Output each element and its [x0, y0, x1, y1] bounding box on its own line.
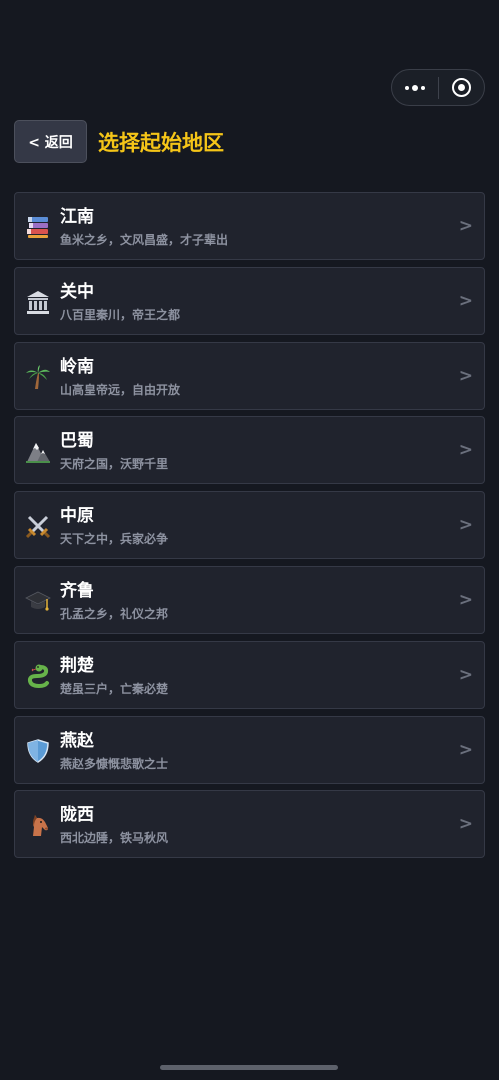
region-desc: 八百里秦川，帝王之都: [60, 307, 181, 322]
region-item-jingchu[interactable]: 荆楚 楚虽三户，亡秦必楚 >: [14, 640, 485, 709]
region-name: 中原: [60, 506, 94, 527]
chevron-right-icon: >: [458, 664, 473, 685]
region-name: 巴蜀: [60, 431, 94, 452]
region-desc: 山高皇帝远，自由开放: [60, 382, 181, 397]
mini-program-capsule: [391, 69, 485, 106]
region-item-longxi[interactable]: 陇西 西北边陲，铁马秋风 >: [14, 790, 485, 859]
horse-icon: [25, 812, 51, 838]
region-desc: 西北边陲，铁马秋风: [60, 831, 169, 846]
region-name: 齐鲁: [60, 580, 94, 601]
region-desc: 燕赵多慷慨悲歌之士: [60, 756, 169, 771]
classical-building-icon: [25, 289, 51, 315]
mountain-icon: [25, 438, 51, 464]
home-indicator[interactable]: [160, 1065, 338, 1070]
palm-tree-icon: [25, 364, 51, 390]
chevron-right-icon: >: [458, 440, 473, 461]
chevron-right-icon: >: [458, 216, 473, 236]
region-name: 岭南: [60, 356, 94, 377]
region-item-qilu[interactable]: 齐鲁 孔孟之乡，礼仪之邦 >: [14, 565, 485, 634]
chevron-right-icon: >: [458, 739, 473, 760]
more-button[interactable]: [392, 70, 438, 105]
graduation-cap-icon: [25, 588, 51, 614]
region-desc: 天下之中，兵家必争: [60, 532, 169, 547]
more-dots-icon: [404, 84, 425, 91]
close-button[interactable]: [438, 70, 484, 105]
region-name: 江南: [60, 207, 94, 227]
chevron-right-icon: >: [458, 814, 473, 835]
region-item-zhongyuan[interactable]: 中原 天下之中，兵家必争 >: [14, 491, 485, 560]
target-circle-icon: [451, 78, 471, 97]
crossed-swords-icon: [25, 513, 51, 539]
back-button[interactable]: < 返回: [14, 120, 87, 163]
page-title: 选择起始地区: [98, 131, 224, 155]
snake-icon: [25, 663, 51, 689]
region-desc: 楚虽三户，亡秦必楚: [60, 681, 169, 696]
region-name: 燕赵: [60, 730, 94, 751]
chevron-right-icon: >: [458, 290, 473, 311]
region-item-jiangnan[interactable]: 江南 鱼米之乡，文风昌盛，才子辈出 >: [14, 192, 485, 260]
region-name: 关中: [60, 281, 94, 302]
chevron-right-icon: >: [458, 365, 473, 386]
region-desc: 鱼米之乡，文风昌盛，才子辈出: [60, 233, 229, 247]
region-name: 荆楚: [60, 655, 94, 676]
chevron-right-icon: >: [458, 515, 473, 536]
region-select-page: < 返回 选择起始地区 江南 鱼米之乡，文风昌盛，才子辈出 > 关中 八百里秦川…: [0, 0, 499, 1080]
region-item-guanzhong[interactable]: 关中 八百里秦川，帝王之都 >: [14, 266, 485, 335]
region-item-lingnan[interactable]: 岭南 山高皇帝远，自由开放 >: [14, 341, 485, 410]
region-item-bashu[interactable]: 巴蜀 天府之国，沃野千里 >: [14, 416, 485, 485]
region-desc: 孔孟之乡，礼仪之邦: [60, 606, 169, 621]
region-list: 江南 鱼米之乡，文风昌盛，才子辈出 > 关中 八百里秦川，帝王之都 > 岭南 山…: [14, 192, 485, 865]
chevron-right-icon: >: [458, 589, 473, 610]
region-desc: 天府之国，沃野千里: [60, 457, 169, 472]
shield-icon: [25, 738, 51, 764]
books-icon: [25, 214, 51, 240]
region-name: 陇西: [60, 805, 94, 826]
region-item-yanzhao[interactable]: 燕赵 燕赵多慷慨悲歌之士 >: [14, 715, 485, 784]
